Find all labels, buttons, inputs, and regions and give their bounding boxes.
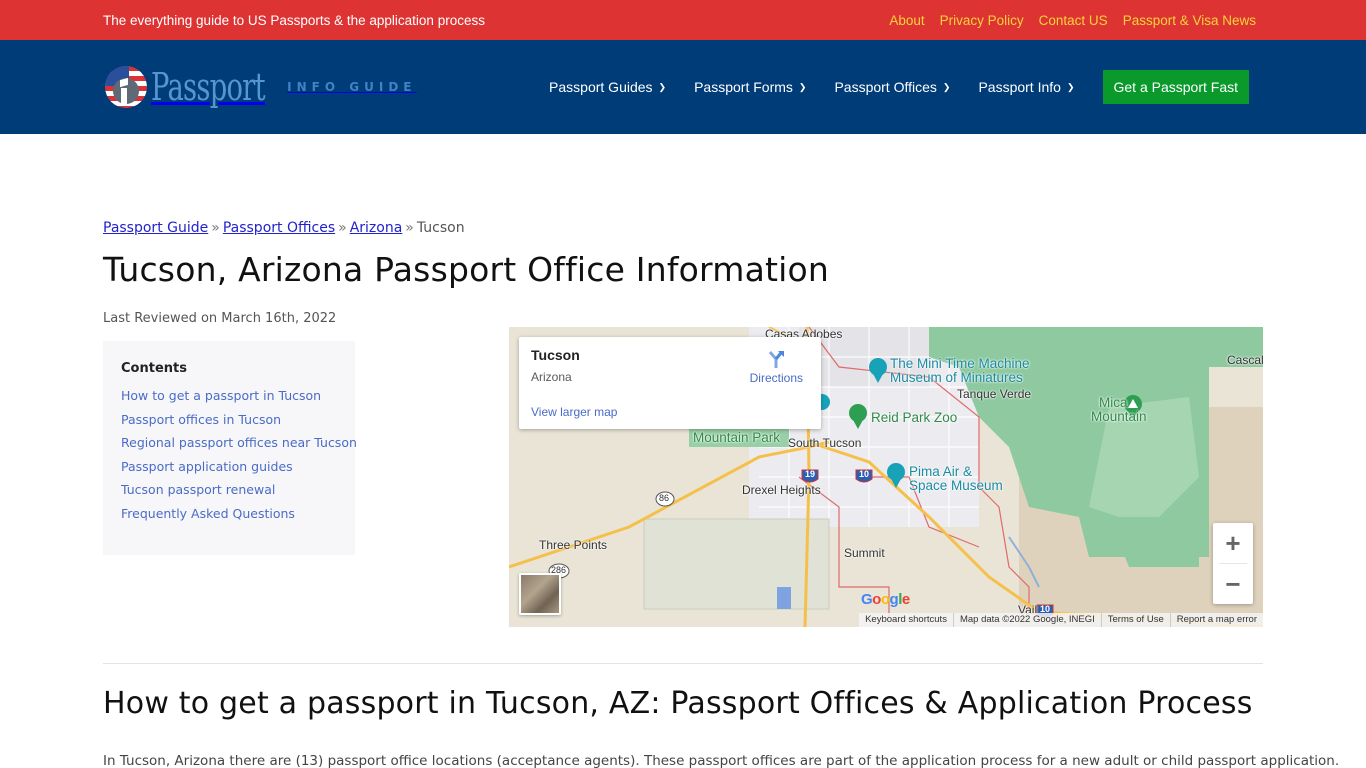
breadcrumb-current: Tucson (416, 220, 465, 236)
chevron-down-icon: ❯ (1066, 81, 1075, 92)
top-link-privacy-policy[interactable]: Privacy Policy (940, 13, 1024, 28)
breadcrumb-separator: » (338, 220, 347, 236)
section-intro: In Tucson, Arizona there are (13) passpo… (103, 753, 1340, 768)
get-passport-fast-button[interactable]: Get a Passport Fast (1102, 70, 1249, 104)
map-label-three-points: Three Points (539, 538, 608, 552)
toc-item[interactable]: Passport offices in Tucson (121, 412, 337, 427)
map-place-region: Arizona (531, 370, 572, 384)
google-map[interactable]: Casas Adobes Cascal The Mini Time Machin… (509, 327, 1263, 627)
breadcrumb-arizona[interactable]: Arizona (350, 220, 403, 236)
info-flag-icon (105, 66, 147, 108)
poi-line: Space Museum (909, 478, 1003, 493)
site-logo[interactable]: Passport INFO GUIDE (105, 65, 416, 109)
map-label-reid-park-zoo[interactable]: Reid Park Zoo (871, 411, 957, 425)
logo-subtitle: INFO GUIDE (287, 80, 417, 94)
map-label-cascabel: Cascal (1227, 353, 1263, 367)
breadcrumb-passport-offices[interactable]: Passport Offices (223, 220, 335, 236)
map-attribution: Keyboard shortcuts Map data ©2022 Google… (859, 613, 1263, 627)
breadcrumb-separator: » (405, 220, 414, 236)
logo-wordmark: Passport (151, 65, 266, 109)
satellite-view-toggle[interactable] (519, 573, 561, 615)
map-label-mini-time-machine[interactable]: The Mini Time Machine Museum of Miniature… (890, 357, 1030, 385)
top-link-about[interactable]: About (889, 13, 924, 28)
nav-passport-guides[interactable]: Passport Guides ❯ (549, 79, 666, 95)
breadcrumb: Passport Guide» Passport Offices» Arizona»… (103, 220, 1263, 236)
map-label-mountain-park[interactable]: Mountain Park (693, 431, 780, 445)
interstate-19-label: 19 (805, 469, 816, 479)
chevron-down-icon: ❯ (658, 81, 667, 92)
directions-label: Directions (749, 371, 803, 385)
poi-line: Mica (1099, 395, 1128, 410)
interstate-10-label: 10 (859, 469, 870, 479)
directions-button[interactable]: Directions (750, 349, 803, 385)
view-larger-map-link[interactable]: View larger map (531, 405, 617, 419)
map-label-drexel-heights: Drexel Heights (742, 483, 821, 497)
map-data-credit: Map data ©2022 Google, INEGI (952, 613, 1101, 627)
top-link-contact[interactable]: Contact US (1039, 13, 1108, 28)
chevron-down-icon: ❯ (798, 81, 807, 92)
poi-line: Mountain (1091, 409, 1147, 424)
nav-passport-info[interactable]: Passport Info ❯ (978, 79, 1074, 95)
poi-line: Pima Air & (909, 464, 973, 479)
directions-icon (769, 351, 785, 368)
last-reviewed-date: Last Reviewed on March 16th, 2022 (103, 311, 337, 326)
site-tagline: The everything guide to US Passports & t… (103, 12, 485, 28)
nav-passport-forms[interactable]: Passport Forms ❯ (694, 79, 806, 95)
main-nav: Passport Guides ❯ Passport Forms ❯ Passp… (549, 70, 1249, 104)
poi-line: Museum of Miniatures (890, 370, 1023, 385)
map-label-mica-mountain[interactable]: Mica Mountain (1091, 396, 1147, 424)
google-logo: Google (861, 591, 910, 608)
zoom-in-button[interactable]: + (1213, 523, 1253, 563)
breadcrumb-separator: » (211, 220, 220, 236)
zoom-out-button[interactable]: − (1213, 564, 1253, 604)
poi-line: The Mini Time Machine (890, 356, 1030, 371)
nav-label: Passport Offices (834, 79, 937, 95)
map-label-pima-air-space[interactable]: Pima Air & Space Museum (909, 465, 1003, 493)
terms-of-use-link[interactable]: Terms of Use (1100, 613, 1170, 627)
map-place-name: Tucson (531, 347, 580, 363)
toc-item[interactable]: Tucson passport renewal (121, 482, 337, 497)
toc-item[interactable]: How to get a passport in Tucson (121, 388, 337, 403)
toc-item[interactable]: Regional passport offices near Tucson (121, 435, 357, 450)
page-title: Tucson, Arizona Passport Office Informat… (103, 250, 830, 289)
map-label-tanque-verde: Tanque Verde (957, 387, 1032, 401)
nav-label: Passport Guides (549, 79, 653, 95)
map-place-card: Tucson Arizona View larger map Direction… (519, 337, 821, 429)
content-row: Contents How to get a passport in Tucson… (103, 327, 1263, 629)
map-label-south-tucson: South Tucson (788, 436, 862, 450)
nav-passport-offices[interactable]: Passport Offices ❯ (834, 79, 950, 95)
top-link-news[interactable]: Passport & Visa News (1123, 13, 1256, 28)
top-links: About Privacy Policy Contact US Passport… (889, 13, 1256, 28)
toc-item[interactable]: Passport application guides (121, 459, 337, 474)
breadcrumb-passport-guide[interactable]: Passport Guide (103, 220, 208, 236)
table-of-contents: Contents How to get a passport in Tucson… (103, 341, 357, 555)
map-zoom-control: + − (1213, 523, 1253, 604)
route-86-label: 86 (659, 493, 670, 503)
top-bar: The everything guide to US Passports & t… (0, 0, 1366, 40)
report-map-error-link[interactable]: Report a map error (1169, 613, 1263, 627)
toc-title: Contents (121, 361, 187, 376)
map-label-summit: Summit (844, 546, 885, 560)
keyboard-shortcuts-link[interactable]: Keyboard shortcuts (859, 613, 953, 627)
toc-item[interactable]: Frequently Asked Questions (121, 506, 337, 521)
site-header: Passport INFO GUIDE Passport Guides ❯ Pa… (0, 40, 1366, 134)
main-content: Passport Guide» Passport Offices» Arizona»… (0, 220, 1366, 768)
chevron-down-icon: ❯ (942, 81, 951, 92)
nav-label: Passport Forms (694, 79, 793, 95)
section-divider (103, 663, 1263, 664)
section-title: How to get a passport in Tucson, AZ: Pas… (103, 686, 1253, 721)
nav-label: Passport Info (978, 79, 1061, 95)
